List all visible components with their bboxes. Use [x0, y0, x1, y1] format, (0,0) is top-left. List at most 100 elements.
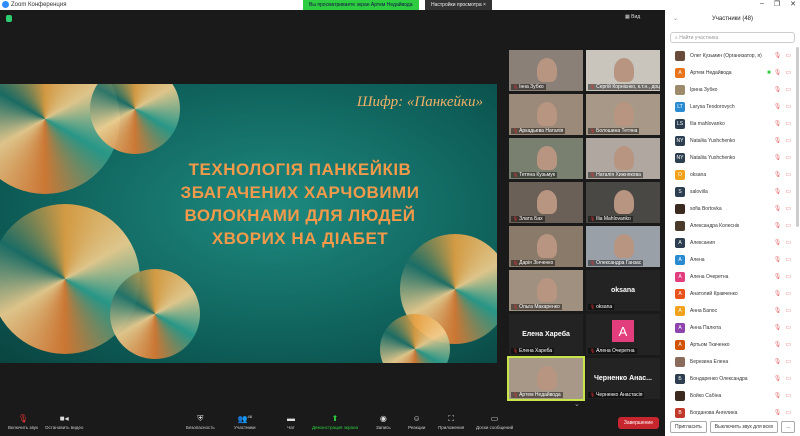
video-tile[interactable]: Аркадьева Наталія: [509, 94, 583, 135]
restore-button[interactable]: ❐: [774, 0, 780, 8]
video-off-icon[interactable]: ▭: [785, 409, 791, 416]
video-off-icon[interactable]: ▭: [785, 222, 791, 229]
mic-muted-icon[interactable]: 🎙: [774, 273, 782, 280]
video-off-icon[interactable]: ▭: [785, 86, 791, 93]
participant-item[interactable]: A Алексания 🎙 ▭: [665, 234, 795, 251]
video-off-icon[interactable]: ▭: [785, 154, 791, 161]
video-tile[interactable]: oksanaoksana: [586, 270, 660, 311]
mic-muted-icon[interactable]: 🎙: [774, 290, 782, 297]
mic-muted-icon[interactable]: 🎙: [774, 52, 782, 59]
mic-muted-icon[interactable]: 🎙: [774, 154, 782, 161]
end-meeting-button[interactable]: Завершение: [617, 417, 659, 429]
video-off-icon[interactable]: ▭: [785, 375, 791, 382]
participant-item[interactable]: Березина Елена 🎙 ▭: [665, 353, 795, 370]
security-button[interactable]: ⛨ Безопасность: [186, 414, 215, 430]
video-off-icon[interactable]: ▭: [785, 188, 791, 195]
video-tile[interactable]: Ольга Макаренко: [509, 270, 583, 311]
invite-button[interactable]: Пригласить: [670, 421, 707, 433]
video-tile[interactable]: Злата Бах: [509, 182, 583, 223]
mic-muted-icon[interactable]: 🎙: [774, 375, 782, 382]
video-tile[interactable]: Болошина Тетяна: [586, 94, 660, 135]
participant-item[interactable]: Ssaloviila 🎙 ▭: [665, 183, 795, 200]
participant-item[interactable]: A Анна Бапос 🎙 ▭: [665, 302, 795, 319]
chevron-down-icon[interactable]: ⌄: [574, 400, 580, 408]
mic-muted-icon[interactable]: 🎙: [774, 137, 782, 144]
mic-muted-icon[interactable]: 🎙: [774, 86, 782, 93]
participant-item[interactable]: LS Ilia mahlovanko 🎙 ▭: [665, 115, 795, 132]
mic-muted-icon[interactable]: 🎙: [774, 392, 782, 399]
apps-button[interactable]: ⛶ Приложения: [438, 414, 464, 430]
video-off-icon[interactable]: ▭: [785, 307, 791, 314]
participant-item[interactable]: Ірина Зубко 🎙 ▭: [665, 81, 795, 98]
video-off-icon[interactable]: ▭: [785, 256, 791, 263]
mic-muted-icon[interactable]: 🎙: [774, 307, 782, 314]
video-tile[interactable]: Сергій Корнієнко, к.т.н., доц.: [586, 50, 660, 91]
video-off-icon[interactable]: ▭: [785, 358, 791, 365]
whiteboard-button[interactable]: ▭ Доски сообщений: [476, 414, 513, 430]
collapse-chevron-icon[interactable]: ⌄: [673, 10, 678, 29]
mic-muted-icon[interactable]: 🎙: [774, 171, 782, 178]
mic-muted-icon[interactable]: 🎙: [774, 256, 782, 263]
video-off-icon[interactable]: ▭: [785, 239, 791, 246]
participant-item[interactable]: A Артьом Ткаченко 🎙 ▭: [665, 336, 795, 353]
unmute-button[interactable]: 🎙 Включить звук: [8, 414, 38, 430]
video-off-icon[interactable]: ▭: [785, 52, 791, 59]
participant-item[interactable]: A Анатолий Кравченко 🎙 ▭: [665, 285, 795, 302]
mic-muted-icon[interactable]: 🎙: [774, 358, 782, 365]
video-tile[interactable]: Черненко Анас...Черненко Анастасія: [586, 358, 660, 399]
participant-item[interactable]: NY Nataliia Yushchenko 🎙 ▭: [665, 149, 795, 166]
record-button[interactable]: ◉ Запись: [376, 414, 391, 430]
scrollbar[interactable]: [796, 47, 799, 227]
close-button[interactable]: ✕: [790, 0, 796, 8]
video-off-icon[interactable]: ▭: [785, 341, 791, 348]
participant-item[interactable]: NY Nataliia Yushchenko 🎙 ▭: [665, 132, 795, 149]
encryption-shield-icon[interactable]: [6, 15, 12, 22]
chat-button[interactable]: ▬ Чат: [287, 414, 295, 430]
participant-item[interactable]: Б Бондаренко Олександра 🎙 ▭: [665, 370, 795, 387]
more-button[interactable]: ...: [781, 421, 796, 433]
participant-item[interactable]: Олег Кузьмин (Организатор, я) 🎙 ▭: [665, 47, 795, 64]
participant-item[interactable]: Александра Колеснік 🎙 ▭: [665, 217, 795, 234]
mic-muted-icon[interactable]: 🎙: [774, 188, 782, 195]
video-off-icon[interactable]: ▭: [785, 290, 791, 297]
mute-all-button[interactable]: Выключить звук для всех: [709, 421, 779, 433]
video-tile[interactable]: A Алена Очеретна: [586, 314, 660, 355]
participant-item[interactable]: A Артем Недайвода ■ 🎙 ▭: [665, 64, 795, 81]
video-off-icon[interactable]: ▭: [785, 392, 791, 399]
video-off-icon[interactable]: ▭: [785, 171, 791, 178]
video-tile[interactable]: Наталія Хижнякова: [586, 138, 660, 179]
mic-muted-icon[interactable]: 🎙: [774, 205, 782, 212]
mic-muted-icon[interactable]: 🎙: [774, 239, 782, 246]
video-off-icon[interactable]: ▭: [785, 324, 791, 331]
participant-item[interactable]: B Богданова Ангелина 🎙 ▭: [665, 404, 795, 421]
video-tile[interactable]: Олександра Ганзас: [586, 226, 660, 267]
video-tile[interactable]: Дарія Зінченко: [509, 226, 583, 267]
video-off-icon[interactable]: ▭: [785, 103, 791, 110]
video-off-icon[interactable]: ▭: [785, 120, 791, 127]
participant-item[interactable]: A Алена Очеретна 🎙 ▭: [665, 268, 795, 285]
video-off-icon[interactable]: ▭: [785, 273, 791, 280]
video-off-icon[interactable]: ▭: [785, 69, 791, 76]
participant-item[interactable]: Ooksana 🎙 ▭: [665, 166, 795, 183]
mic-muted-icon[interactable]: 🎙: [774, 69, 782, 76]
video-tile[interactable]: Тетяна Кузьмук: [509, 138, 583, 179]
close-icon[interactable]: ×: [483, 2, 486, 8]
participant-item[interactable]: LT Larysa Teodorovych 🎙 ▭: [665, 98, 795, 115]
mic-muted-icon[interactable]: 🎙: [774, 324, 782, 331]
reactions-button[interactable]: ☺ Реакции: [408, 414, 425, 430]
participant-item[interactable]: A Алена 🎙 ▭: [665, 251, 795, 268]
participant-item[interactable]: Бойко Сабіна 🎙 ▭: [665, 387, 795, 404]
participant-search-input[interactable]: ⌕ Найти участника: [670, 32, 795, 43]
minimize-button[interactable]: –: [760, 0, 764, 8]
video-tile[interactable]: Інна Зубко: [509, 50, 583, 91]
participant-item[interactable]: sofia Bortovkа 🎙 ▭: [665, 200, 795, 217]
mic-muted-icon[interactable]: 🎙: [774, 341, 782, 348]
participants-button[interactable]: 👥48 Участники: [234, 414, 256, 430]
video-tile[interactable]: Ilia Mahlovanko: [586, 182, 660, 223]
share-screen-button[interactable]: ⬆ Демонстрация экрана: [312, 414, 358, 430]
mic-muted-icon[interactable]: 🎙: [774, 103, 782, 110]
mic-muted-icon[interactable]: 🎙: [774, 120, 782, 127]
stop-video-button[interactable]: ■◂ Остановить видео: [45, 414, 83, 430]
view-settings-button[interactable]: Настройки просмотра ×: [425, 0, 492, 10]
mic-muted-icon[interactable]: 🎙: [774, 222, 782, 229]
